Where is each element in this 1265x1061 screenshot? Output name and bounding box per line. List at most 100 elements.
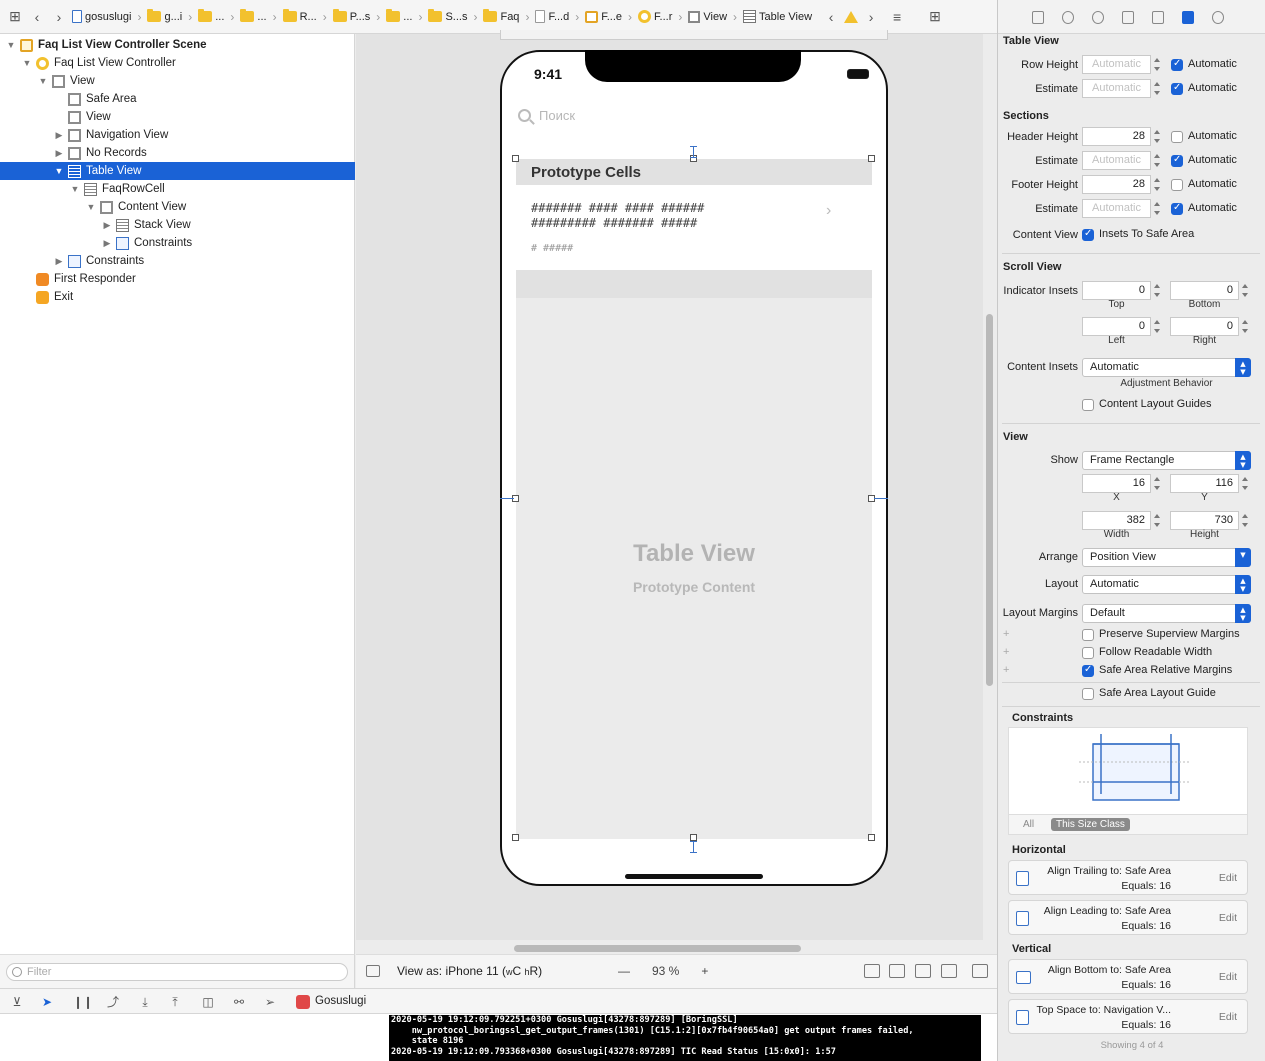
y-stepper[interactable] (1241, 474, 1250, 493)
show-popup[interactable]: Frame Rectangle ▲ ▼ (1082, 451, 1251, 470)
layout-margins-popup[interactable]: Default ▲ ▼ (1082, 604, 1251, 623)
view-hierarchy-icon[interactable]: ◫ (201, 995, 215, 1009)
back-arrow-icon[interactable]: ‹ (28, 8, 46, 26)
disclosure-open-icon[interactable]: ▼ (22, 58, 32, 68)
safe-area-relative-margins-checkbox[interactable] (1082, 664, 1094, 677)
breakpoints-icon[interactable]: ➤ (40, 995, 54, 1009)
footer-estimate-automatic-checkbox[interactable] (1171, 202, 1183, 215)
outline-item[interactable]: ▼ FaqRowCell (0, 180, 355, 198)
content-insets-popup[interactable]: Automatic ▲ ▼ (1082, 358, 1251, 377)
width-field[interactable]: 382 (1082, 511, 1151, 530)
disclosure-open-icon[interactable]: ▼ (6, 40, 16, 50)
breadcrumb-item[interactable]: P...s (332, 9, 370, 23)
safe-area-layout-guide-checkbox[interactable] (1082, 688, 1094, 700)
outline-item[interactable]: First Responder (0, 270, 355, 288)
row-height-field[interactable]: Automatic (1082, 55, 1151, 74)
file-inspector-icon[interactable] (1032, 11, 1044, 24)
zoom-out-button[interactable]: — (618, 964, 630, 978)
insets-to-safe-area-checkbox[interactable] (1082, 228, 1094, 241)
search-bar[interactable]: Поиск (518, 108, 575, 123)
outline-item[interactable]: ▼ View (0, 72, 355, 90)
breadcrumb-item[interactable]: g...i (147, 9, 182, 23)
row-height-automatic-checkbox[interactable] (1171, 58, 1183, 71)
breadcrumb-item[interactable]: F...r (638, 10, 672, 23)
row-height-stepper[interactable] (1153, 55, 1162, 74)
pause-icon[interactable]: ❙❙ (73, 995, 93, 1009)
forward-arrow-icon[interactable]: › (50, 8, 68, 26)
disclosure-open-icon[interactable]: ▼ (86, 202, 96, 212)
horizontal-scrollbar[interactable] (514, 945, 801, 952)
disclosure-closed-icon[interactable]: ▶ (54, 256, 64, 267)
outline-item[interactable]: ▶ Stack View (0, 216, 355, 234)
resize-handle[interactable] (690, 834, 697, 841)
breadcrumb-item[interactable]: ... (198, 9, 224, 23)
constraint-card-leading[interactable]: Align Leading to: Safe Area Equals: 16 E… (1008, 900, 1248, 935)
issue-back-icon[interactable]: ‹ (822, 8, 840, 26)
outline-item[interactable]: View (0, 108, 355, 126)
row-estimate-stepper[interactable] (1153, 79, 1162, 98)
row-estimate-field[interactable]: Automatic (1082, 79, 1151, 98)
identity-inspector-icon[interactable] (1122, 11, 1134, 24)
content-layout-guides-checkbox[interactable] (1082, 399, 1094, 411)
height-stepper[interactable] (1241, 511, 1250, 530)
footer-height-field[interactable]: 28 (1082, 175, 1151, 194)
breadcrumb-item[interactable]: S...s (428, 9, 467, 23)
indicator-left-field[interactable]: 0 (1082, 317, 1151, 336)
resize-handle[interactable] (512, 834, 519, 841)
outline-item[interactable]: ▼ Content View (0, 198, 355, 216)
indicator-right-stepper[interactable] (1241, 317, 1250, 336)
vertical-scrollbar[interactable] (986, 314, 993, 686)
embed-in-stack-icon[interactable] (889, 964, 905, 978)
plus-icon[interactable]: + (1003, 664, 1009, 676)
x-field[interactable]: 16 (1082, 474, 1151, 493)
size-inspector-icon[interactable] (1182, 11, 1194, 24)
breadcrumb-item[interactable]: Faq (483, 9, 519, 23)
indicator-top-stepper[interactable] (1153, 281, 1162, 300)
arrange-popup[interactable]: Position View ▼ (1082, 548, 1251, 567)
indicator-left-stepper[interactable] (1153, 317, 1162, 336)
footer-height-stepper[interactable] (1153, 175, 1162, 194)
outline-item[interactable]: ▼ Table View (0, 162, 355, 180)
header-estimate-field[interactable]: Automatic (1082, 151, 1151, 170)
outline-item[interactable]: ▶ Navigation View (0, 126, 355, 144)
memory-graph-icon[interactable]: ⚯ (232, 995, 246, 1009)
step-into-icon[interactable]: ⤓ (138, 995, 152, 1009)
y-field[interactable]: 116 (1170, 474, 1239, 493)
resolve-issues-icon[interactable] (972, 964, 988, 978)
align-icon[interactable] (915, 964, 931, 978)
disclosure-closed-icon[interactable]: ▶ (102, 238, 112, 249)
help-inspector-icon[interactable] (1092, 11, 1104, 24)
disclosure-closed-icon[interactable]: ▶ (54, 148, 64, 159)
edit-button[interactable]: Edit (1219, 1011, 1237, 1023)
x-stepper[interactable] (1153, 474, 1162, 493)
breadcrumb-item[interactable]: gosuslugi (72, 10, 131, 23)
step-out-icon[interactable]: ⤒ (168, 995, 182, 1009)
outline-item[interactable]: Safe Area (0, 90, 355, 108)
filter-input[interactable]: Filter (6, 963, 348, 981)
disclosure-open-icon[interactable]: ▼ (38, 76, 48, 86)
height-field[interactable]: 730 (1170, 511, 1239, 530)
indicator-right-field[interactable]: 0 (1170, 317, 1239, 336)
tab-this-size-class[interactable]: This Size Class (1051, 818, 1130, 831)
update-frames-icon[interactable] (864, 964, 880, 978)
footer-height-automatic-checkbox[interactable] (1171, 179, 1183, 191)
add-constraints-icon[interactable] (941, 964, 957, 978)
hide-debug-area-icon[interactable]: ⊻ (10, 995, 24, 1009)
edit-button[interactable]: Edit (1219, 971, 1237, 983)
breadcrumb-item[interactable]: View (688, 10, 727, 23)
attributes-inspector-icon[interactable] (1152, 11, 1164, 24)
header-height-field[interactable]: 28 (1082, 127, 1151, 146)
zoom-in-button[interactable]: + (701, 964, 708, 978)
breadcrumb-item[interactable]: ... (386, 9, 412, 23)
breadcrumb-item[interactable]: F...d (535, 10, 569, 23)
constraint-card-top[interactable]: Top Space to: Navigation V... Equals: 16… (1008, 999, 1248, 1034)
constraint-card-bottom[interactable]: Align Bottom to: Safe Area Equals: 16 Ed… (1008, 959, 1248, 994)
location-icon[interactable]: ➢ (263, 995, 277, 1009)
tab-all[interactable]: All (1023, 819, 1034, 830)
footer-estimate-field[interactable]: Automatic (1082, 199, 1151, 218)
connections-inspector-icon[interactable] (1212, 11, 1224, 24)
console-output[interactable]: 2020-05-19 19:12:09.792251+0300 Gosuslug… (389, 1015, 981, 1061)
disclosure-closed-icon[interactable]: ▶ (54, 130, 64, 141)
header-estimate-stepper[interactable] (1153, 151, 1162, 170)
outline-item[interactable]: Exit (0, 288, 355, 306)
